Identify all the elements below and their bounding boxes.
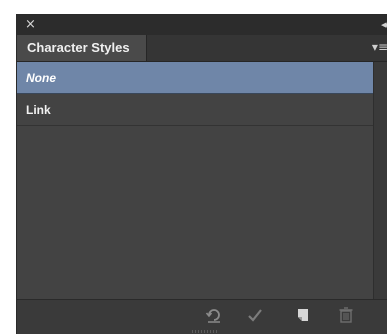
redefine-style-button[interactable] [244,304,266,326]
trash-icon [339,307,353,323]
panel-footer [17,299,387,334]
clear-overrides-button[interactable] [203,304,225,326]
panel-tabbar: Character Styles ▾≡ [17,35,387,62]
new-item-icon [298,309,308,321]
tab-character-styles[interactable]: Character Styles [17,35,147,61]
style-list: None Link [17,62,373,299]
style-item-link[interactable]: Link [17,94,373,126]
panel-menu-icon[interactable]: ▾≡ [372,39,387,55]
style-item-none[interactable]: None [17,62,373,94]
scrollbar[interactable] [373,62,387,299]
style-item-label: None [26,71,56,85]
collapse-panel-icon[interactable]: ◂◂ [381,16,387,34]
panel-titlebar[interactable]: × ◂◂ [17,15,387,35]
delete-style-button[interactable] [335,304,357,326]
checkmark-icon [248,309,262,322]
clear-overrides-icon [205,309,220,323]
new-style-button[interactable] [292,304,314,326]
character-styles-panel: × ◂◂ Character Styles ▾≡ None Link [16,14,387,334]
close-icon[interactable]: × [25,16,36,34]
style-item-label: Link [26,103,51,117]
